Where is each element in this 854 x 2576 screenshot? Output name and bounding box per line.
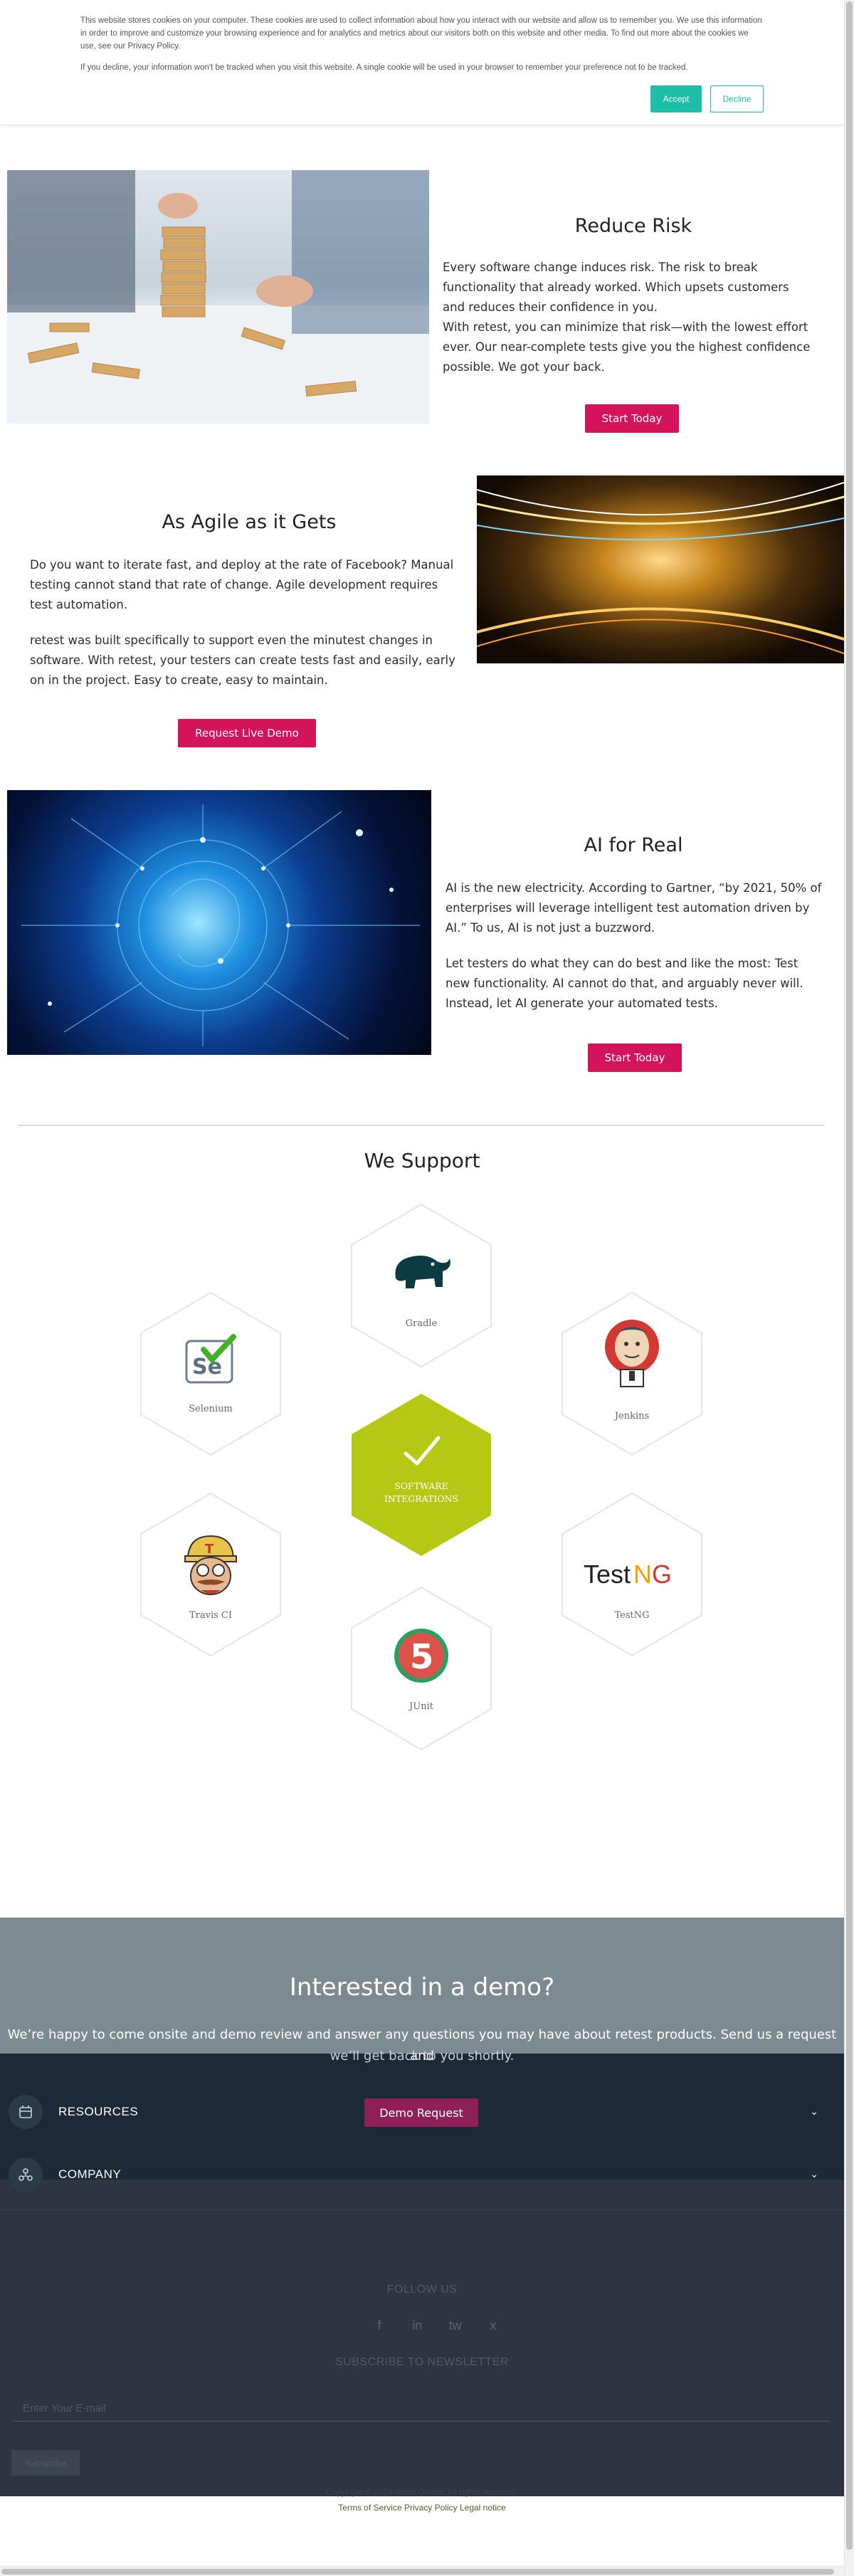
subscribe-title: SUBSCRIBE TO NEWSLETTER — [335, 2356, 509, 2368]
social-links: f in tw x — [369, 2315, 504, 2336]
gradle-hex[interactable]: Gradle — [349, 1202, 494, 1370]
selenium-icon: Se — [185, 1334, 236, 1384]
linkedin-icon[interactable]: in — [406, 2318, 428, 2333]
copyright-text: Copyright © 2019 retest GmbH. All rights… — [325, 2487, 519, 2497]
gradle-label: Gradle — [405, 1318, 438, 1329]
junit-hex[interactable]: 5 JUnit — [349, 1584, 494, 1752]
svg-text:G: G — [652, 1560, 672, 1589]
demo-text-line-2: we’ll get back to you shortly. — [330, 2049, 515, 2064]
resources-icon — [9, 2095, 43, 2129]
svg-text:Se: Se — [192, 1355, 222, 1379]
footer-company-row[interactable]: COMPANY ⌄ — [0, 2153, 844, 2196]
elephant-icon — [395, 1256, 450, 1288]
footer-links[interactable]: Terms of Service Privacy Policy Legal no… — [0, 2503, 844, 2513]
company-icon — [9, 2157, 43, 2192]
we-support-title: We Support — [364, 1149, 480, 1172]
selenium-label: Selenium — [189, 1404, 233, 1414]
speed-tunnel-image — [477, 475, 844, 663]
ai-text: AI is the new electricity. According to … — [446, 881, 822, 935]
svg-text:T: T — [205, 1542, 214, 1557]
cookie-decline-text: If you decline, your information won't b… — [80, 63, 688, 72]
vertical-scrollbar-thumb[interactable] — [846, 1, 853, 2550]
reduce-risk-text-2: With retest, you can minimize that risk—… — [443, 320, 811, 374]
xing-icon[interactable]: x — [483, 2318, 504, 2333]
travis-hex[interactable]: T Travis CI — [138, 1491, 283, 1658]
section-divider — [19, 1125, 824, 1126]
jenkins-hex[interactable]: Jenkins — [559, 1290, 705, 1458]
horizontal-scrollbar-thumb[interactable] — [1, 2569, 834, 2575]
facebook-icon[interactable]: f — [369, 2318, 390, 2333]
jenkins-label: Jenkins — [614, 1411, 650, 1421]
ai-text-2: Let testers do what they can do best and… — [446, 957, 803, 1010]
testng-hex[interactable]: Test N G TestNG — [559, 1491, 705, 1658]
twitter-icon[interactable]: tw — [445, 2318, 466, 2333]
demo-title: Interested in a demo? — [289, 1973, 555, 2002]
travis-label: Travis CI — [189, 1610, 233, 1621]
resources-label: RESOURCES — [58, 2105, 139, 2118]
start-today-button-2[interactable]: Start Today — [588, 1043, 682, 1072]
agile-title: As Agile as it Gets — [162, 511, 337, 533]
ai-title: AI for Real — [584, 834, 683, 856]
horizontal-scrollbar[interactable] — [0, 2566, 844, 2576]
start-today-button[interactable]: Start Today — [585, 404, 679, 433]
jenga-image — [7, 170, 429, 424]
ai-circuit-image — [7, 790, 431, 1055]
center-label-2: INTEGRATIONS — [384, 1493, 459, 1504]
software-integrations-hex: SOFTWARE INTEGRATIONS — [349, 1391, 494, 1559]
cookie-banner: This website stores cookies on your comp… — [0, 0, 844, 125]
checkmark-icon — [404, 1436, 441, 1466]
decline-button[interactable]: Decline — [710, 85, 764, 112]
agile-text: Do you want to iterate fast, and deploy … — [30, 558, 454, 611]
footer-divider — [0, 2209, 844, 2210]
accept-button[interactable]: Accept — [650, 85, 702, 112]
svg-text:5: 5 — [410, 1637, 433, 1677]
travis-icon: T — [184, 1535, 237, 1595]
chevron-down-icon: ⌄ — [810, 2106, 818, 2118]
testng-label: TestNG — [614, 1610, 650, 1621]
agile-text-2: retest was built specifically to support… — [30, 634, 455, 687]
svg-text:N: N — [633, 1560, 652, 1589]
vertical-scrollbar[interactable] — [844, 0, 854, 2576]
reduce-risk-title: Reduce Risk — [574, 215, 692, 237]
demo-request-button[interactable]: Demo Request — [364, 2098, 478, 2127]
cookie-text: This website stores cookies on your comp… — [80, 16, 762, 51]
email-field[interactable] — [13, 2396, 830, 2422]
jenkins-butler-icon — [605, 1320, 659, 1387]
chevron-down-icon: ⌄ — [810, 2169, 818, 2180]
subscribe-button[interactable]: Subscribe — [11, 2450, 80, 2476]
follow-us-label: FOLLOW US — [386, 2283, 458, 2296]
selenium-hex[interactable]: Se Selenium — [138, 1290, 283, 1458]
junit-label: JUnit — [409, 1701, 433, 1712]
company-label: COMPANY — [58, 2167, 122, 2181]
reduce-risk-text: Every software change induces risk. The … — [443, 261, 789, 314]
center-label-1: SOFTWARE — [394, 1481, 448, 1491]
svg-text:Test: Test — [584, 1560, 631, 1589]
junit-icon: 5 — [394, 1629, 448, 1683]
request-live-demo-button[interactable]: Request Live Demo — [178, 719, 316, 747]
testng-icon: Test N G — [584, 1560, 672, 1589]
footer-bottom — [0, 2180, 844, 2496]
